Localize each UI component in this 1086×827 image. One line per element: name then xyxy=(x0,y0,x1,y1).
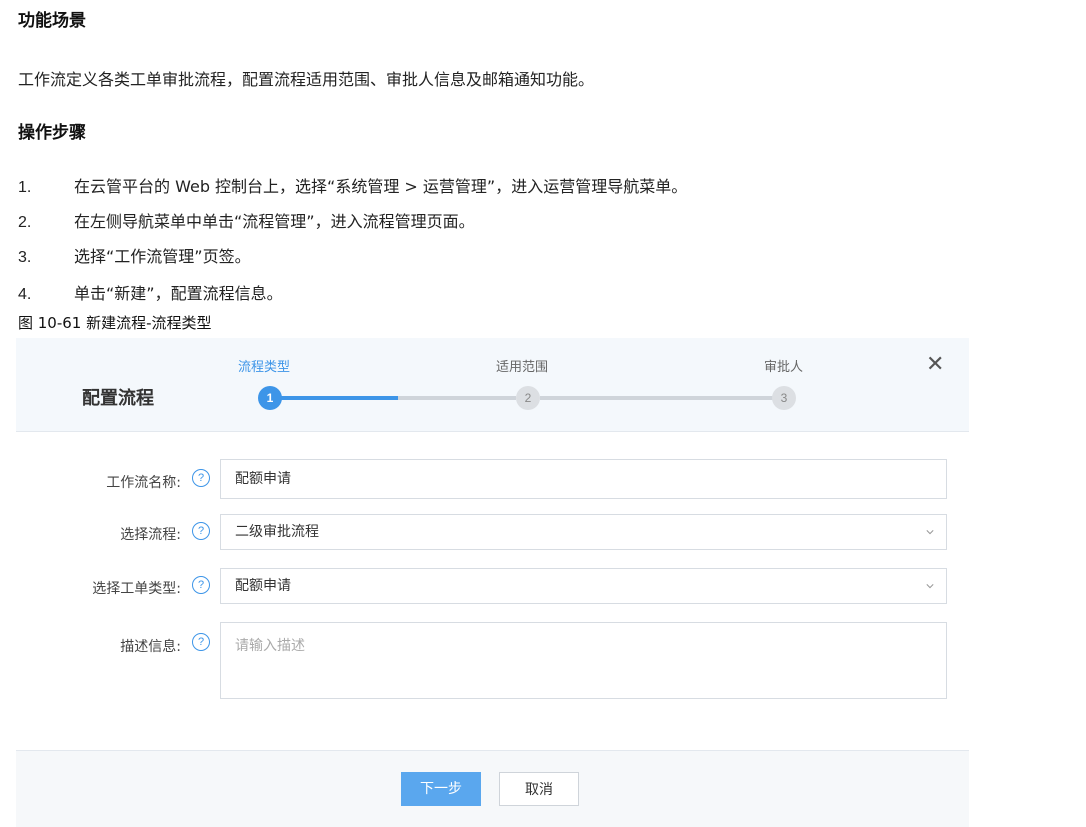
heading-steps: 操作步骤 xyxy=(18,123,86,143)
scene-text: 工作流定义各类工单审批流程，配置流程适用范围、审批人信息及邮箱通知功能。 xyxy=(18,70,595,89)
workflow-name-label: 工作流名称: xyxy=(106,475,181,491)
figure-caption: 图 10-61 新建流程-流程类型 xyxy=(18,314,212,332)
step-text: 选择“工作流管理”页签。 xyxy=(74,247,251,266)
select-flow-value: 二级审批流程 xyxy=(235,524,319,540)
help-icon[interactable]: ? xyxy=(192,522,210,540)
chevron-down-icon xyxy=(926,530,934,535)
step-label-approver: 审批人 xyxy=(764,360,804,375)
step-text: 在云管平台的 Web 控制台上，选择“系统管理 > 运营管理”，进入运营管理导航… xyxy=(74,177,688,196)
select-ticket-type-label: 选择工单类型: xyxy=(92,581,181,597)
step-circle-3: 3 xyxy=(772,386,796,410)
step-progress-inactive xyxy=(540,396,784,400)
next-button[interactable]: 下一步 xyxy=(401,772,481,806)
step-label-scope: 适用范围 xyxy=(496,360,549,375)
help-icon[interactable]: ? xyxy=(192,469,210,487)
cancel-button[interactable]: 取消 xyxy=(499,772,579,806)
select-ticket-type-value: 配额申请 xyxy=(235,578,291,594)
step-text: 单击“新建”，配置流程信息。 xyxy=(74,284,283,303)
config-flow-dialog: 配置流程 流程类型 适用范围 审批人 1 2 3 ✕ 工作流名称: ? 配额申请… xyxy=(16,338,969,827)
step-item-3: 3. 选择“工作流管理”页签。 xyxy=(18,243,251,267)
step-progress-inactive xyxy=(398,396,516,400)
step-number: 4. xyxy=(18,286,32,303)
step-progress-active xyxy=(270,396,398,400)
chevron-down-icon xyxy=(926,584,934,589)
step-number: 2. xyxy=(18,214,32,231)
description-label: 描述信息: xyxy=(120,639,181,655)
help-icon[interactable]: ? xyxy=(192,576,210,594)
select-flow-label: 选择流程: xyxy=(120,527,181,543)
select-ticket-type-dropdown[interactable]: 配额申请 xyxy=(220,568,947,604)
step-text: 在左侧导航菜单中单击“流程管理”，进入流程管理页面。 xyxy=(74,212,475,231)
step-number: 1. xyxy=(18,179,32,196)
dialog-header: 配置流程 流程类型 适用范围 审批人 1 2 3 ✕ xyxy=(16,338,969,432)
select-flow-dropdown[interactable]: 二级审批流程 xyxy=(220,514,947,550)
step-circle-1: 1 xyxy=(258,386,282,410)
heading-scene: 功能场景 xyxy=(18,11,86,31)
step-item-1: 1. 在云管平台的 Web 控制台上，选择“系统管理 > 运营管理”，进入运营管理… xyxy=(18,173,687,197)
description-textarea[interactable]: 请输入描述 xyxy=(220,622,947,699)
step-label-flow-type: 流程类型 xyxy=(238,360,291,375)
close-icon[interactable]: ✕ xyxy=(926,354,944,376)
dialog-title: 配置流程 xyxy=(82,388,154,409)
help-icon[interactable]: ? xyxy=(192,633,210,651)
workflow-name-input[interactable]: 配额申请 xyxy=(220,459,947,499)
step-item-2: 2. 在左侧导航菜单中单击“流程管理”，进入流程管理页面。 xyxy=(18,208,475,232)
step-item-4: 4. 单击“新建”，配置流程信息。 xyxy=(18,280,283,304)
dialog-footer: 下一步 取消 xyxy=(16,750,969,827)
step-number: 3. xyxy=(18,249,32,266)
step-circle-2: 2 xyxy=(516,386,540,410)
